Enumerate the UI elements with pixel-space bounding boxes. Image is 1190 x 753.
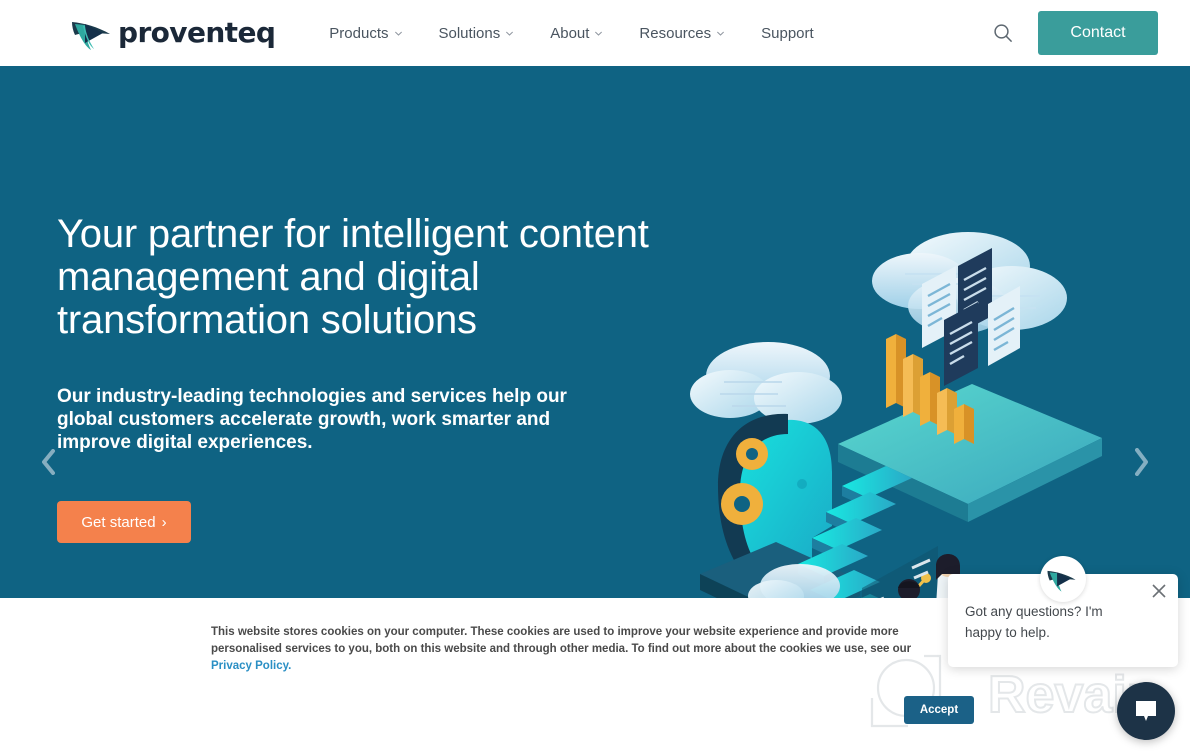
hero-section: Your partner for intelligent content man…: [0, 66, 1190, 598]
proventeq-swoosh-logo-icon: [1047, 570, 1076, 592]
nav-label: Resources: [639, 24, 712, 42]
hero-title: Your partner for intelligent content man…: [57, 212, 649, 342]
chevron-down-icon: [506, 31, 514, 36]
cookie-banner-text: This website stores cookies on your comp…: [211, 624, 924, 675]
cookie-text-body: This website stores cookies on your comp…: [211, 626, 912, 655]
contact-button[interactable]: Contact: [1038, 11, 1158, 55]
nav-label: Solutions: [438, 24, 501, 42]
nav-item-about[interactable]: About: [532, 25, 621, 42]
search-icon[interactable]: [992, 22, 1014, 44]
site-header: proventeq Products Solutions About Resou…: [0, 0, 1190, 66]
nav-label: Products: [329, 24, 389, 42]
chevron-down-icon: [717, 31, 725, 36]
header-actions: Contact: [992, 11, 1158, 55]
proventeq-swoosh-logo-icon: [72, 22, 110, 50]
brand-logo[interactable]: proventeq: [70, 13, 276, 53]
hero-illustration: [690, 232, 1102, 598]
close-icon[interactable]: [1150, 582, 1168, 600]
chat-launcher-button[interactable]: [1117, 682, 1175, 740]
nav-item-resources[interactable]: Resources: [621, 25, 743, 42]
carousel-next-button[interactable]: [1130, 446, 1152, 478]
get-started-button[interactable]: Get started ›: [57, 501, 191, 543]
brand-name: proventeq: [118, 16, 276, 49]
accept-cookies-button[interactable]: Accept: [904, 696, 974, 724]
chat-avatar: [1040, 556, 1086, 602]
privacy-policy-link[interactable]: Privacy Policy.: [211, 660, 291, 672]
nav-item-products[interactable]: Products: [311, 25, 420, 42]
hero-copy: Your partner for intelligent content man…: [57, 213, 677, 543]
nav-item-solutions[interactable]: Solutions: [421, 25, 533, 42]
get-started-label: Get started: [81, 513, 156, 531]
chat-message: Got any questions? I'm happy to help.: [965, 604, 1103, 640]
nav-label: Support: [761, 24, 814, 42]
nav-item-support[interactable]: Support: [743, 25, 832, 42]
chevron-right-icon: ›: [161, 513, 167, 531]
main-nav: Products Solutions About Resources Suppo…: [311, 25, 831, 42]
carousel-prev-button[interactable]: [40, 448, 58, 476]
chevron-down-icon: [595, 31, 603, 36]
page-root: proventeq Products Solutions About Resou…: [0, 0, 1190, 753]
chevron-down-icon: [394, 31, 402, 36]
nav-label: About: [550, 24, 590, 42]
hero-subtitle: Our industry-leading technologies and se…: [57, 386, 567, 453]
chat-bubble-icon: [1136, 701, 1156, 721]
